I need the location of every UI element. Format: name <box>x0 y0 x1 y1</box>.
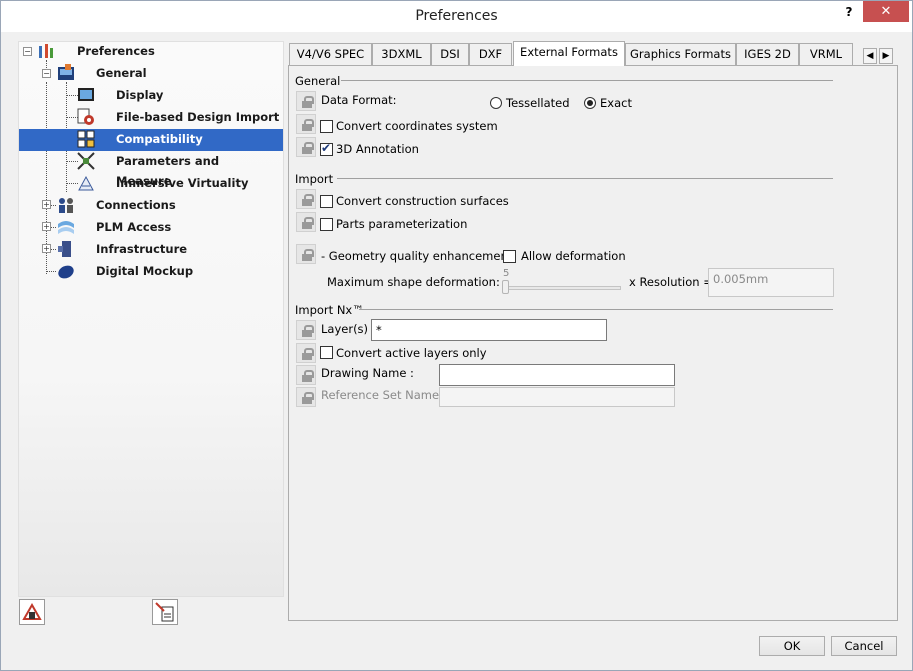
slider-thumb[interactable] <box>502 280 509 294</box>
lock-icon[interactable] <box>296 189 316 209</box>
convert-active-layers-label: Convert active layers only <box>336 346 487 360</box>
parts-param-label: Parts parameterization <box>336 217 468 231</box>
geometry-quality-label: - Geometry quality enhancement: <box>321 249 517 263</box>
import-nx-heading: Import Nx™ <box>295 303 364 317</box>
tree-item-infrastructure[interactable]: Infrastructure <box>57 239 257 261</box>
tab-iges-2d[interactable]: IGES 2D <box>736 43 799 65</box>
expander-preferences[interactable]: − <box>23 47 32 56</box>
parts-param-checkbox[interactable] <box>320 218 333 231</box>
compatibility-icon <box>77 130 95 148</box>
slider-value: 5 <box>503 268 510 279</box>
immersive-icon <box>77 174 95 192</box>
x-resolution-label: x Resolution = <box>629 275 713 289</box>
shape-deformation-slider[interactable] <box>505 286 621 290</box>
tree-item-immersive-virtuality[interactable]: Immersive Virtuality <box>77 173 277 195</box>
tree-item-file-based-design-import[interactable]: File-based Design Import <box>77 107 283 129</box>
tab-scroll-right-icon[interactable]: ▶ <box>879 48 893 64</box>
preferences-icon <box>37 42 55 60</box>
tree-item-plm-access[interactable]: PLM Access <box>57 217 257 239</box>
tab-external-formats[interactable]: External Formats <box>513 41 625 66</box>
resolution-field[interactable]: 0.005mm <box>708 268 834 297</box>
tab-vrml[interactable]: VRML <box>799 43 853 65</box>
3d-annotation-checkbox[interactable] <box>320 141 333 156</box>
tree-item-connections[interactable]: Connections <box>57 195 257 217</box>
import-heading: Import <box>295 172 334 186</box>
exact-radio[interactable] <box>584 97 596 109</box>
expander-connections[interactable]: + <box>42 200 51 209</box>
tab-3dxml[interactable]: 3DXML <box>372 43 431 65</box>
general-icon <box>57 64 75 82</box>
preferences-window: Preferences ? ✕ − − + + + Preferences Ge… <box>0 0 913 671</box>
3d-annotation-label: 3D Annotation <box>336 142 419 156</box>
tab-graphics-formats[interactable]: Graphics Formats <box>625 43 736 65</box>
reference-set-label: Reference Set Name : <box>321 388 447 402</box>
exact-label: Exact <box>600 96 632 110</box>
drawing-name-label: Drawing Name : <box>321 366 414 380</box>
tree-item-compatibility[interactable]: Compatibility <box>19 129 283 151</box>
tree-item-general[interactable]: General <box>57 63 257 85</box>
tessellated-radio[interactable] <box>490 97 502 109</box>
preferences-tree: − − + + + Preferences General Display Fi… <box>18 41 284 597</box>
lock-icon[interactable] <box>296 244 316 264</box>
expander-plm-access[interactable]: + <box>42 222 51 231</box>
cancel-button[interactable]: Cancel <box>831 636 897 656</box>
lock-icon[interactable] <box>296 137 316 157</box>
help-button[interactable]: ? <box>841 5 857 23</box>
plm-access-icon <box>57 218 75 236</box>
tab-v4-v6-spec[interactable]: V4/V6 SPEC <box>289 43 372 65</box>
lock-icon[interactable] <box>296 343 316 363</box>
expander-general[interactable]: − <box>42 69 51 78</box>
tree-item-parameters-and-measure[interactable]: Parameters and Measure <box>77 151 277 188</box>
parameters-icon <box>77 152 95 170</box>
ok-button[interactable]: OK <box>759 636 825 656</box>
reference-set-field[interactable] <box>439 387 675 407</box>
drawing-name-field[interactable] <box>439 364 675 386</box>
title-bar: Preferences ? ✕ <box>1 1 912 32</box>
connections-icon <box>57 196 75 214</box>
window-title: Preferences <box>415 8 498 24</box>
convert-active-layers-checkbox[interactable] <box>320 346 333 359</box>
tree-item-preferences[interactable]: Preferences <box>37 41 257 63</box>
tab-dsi[interactable]: DSI <box>431 43 469 65</box>
lock-icon[interactable] <box>296 320 316 340</box>
lock-icon[interactable] <box>296 91 316 111</box>
external-formats-panel: General Data Format: Tessellated Exact C… <box>288 65 898 621</box>
lock-icon[interactable] <box>296 365 316 385</box>
lock-icon[interactable] <box>296 387 316 407</box>
convert-surfaces-checkbox[interactable] <box>320 195 333 208</box>
file-import-icon <box>77 108 95 126</box>
tessellated-label: Tessellated <box>506 96 570 110</box>
convert-coords-label: Convert coordinates system <box>336 119 498 133</box>
expander-infrastructure[interactable]: + <box>42 244 51 253</box>
tab-dxf[interactable]: DXF <box>469 43 512 65</box>
tree-item-display[interactable]: Display <box>77 85 277 107</box>
convert-surfaces-label: Convert construction surfaces <box>336 194 509 208</box>
lock-icon[interactable] <box>296 114 316 134</box>
convert-coords-checkbox[interactable] <box>320 120 333 133</box>
export-preferences-icon[interactable] <box>152 599 178 625</box>
max-shape-deformation-label: Maximum shape deformation: <box>327 275 500 289</box>
allow-deformation-checkbox[interactable] <box>503 250 516 263</box>
allow-deformation-label: Allow deformation <box>521 249 626 263</box>
layers-field[interactable]: * <box>371 319 607 341</box>
display-icon <box>77 86 95 104</box>
close-button[interactable]: ✕ <box>863 1 909 22</box>
digital-mockup-icon <box>57 262 75 280</box>
general-heading: General <box>295 74 341 88</box>
infrastructure-icon <box>57 240 75 258</box>
tree-item-digital-mockup[interactable]: Digital Mockup <box>57 261 257 283</box>
data-format-label: Data Format: <box>321 93 397 107</box>
tab-scroll-left-icon[interactable]: ◀ <box>863 48 877 64</box>
reset-preferences-icon[interactable] <box>19 599 45 625</box>
layers-label: Layer(s) : <box>321 322 376 336</box>
lock-icon[interactable] <box>296 212 316 232</box>
